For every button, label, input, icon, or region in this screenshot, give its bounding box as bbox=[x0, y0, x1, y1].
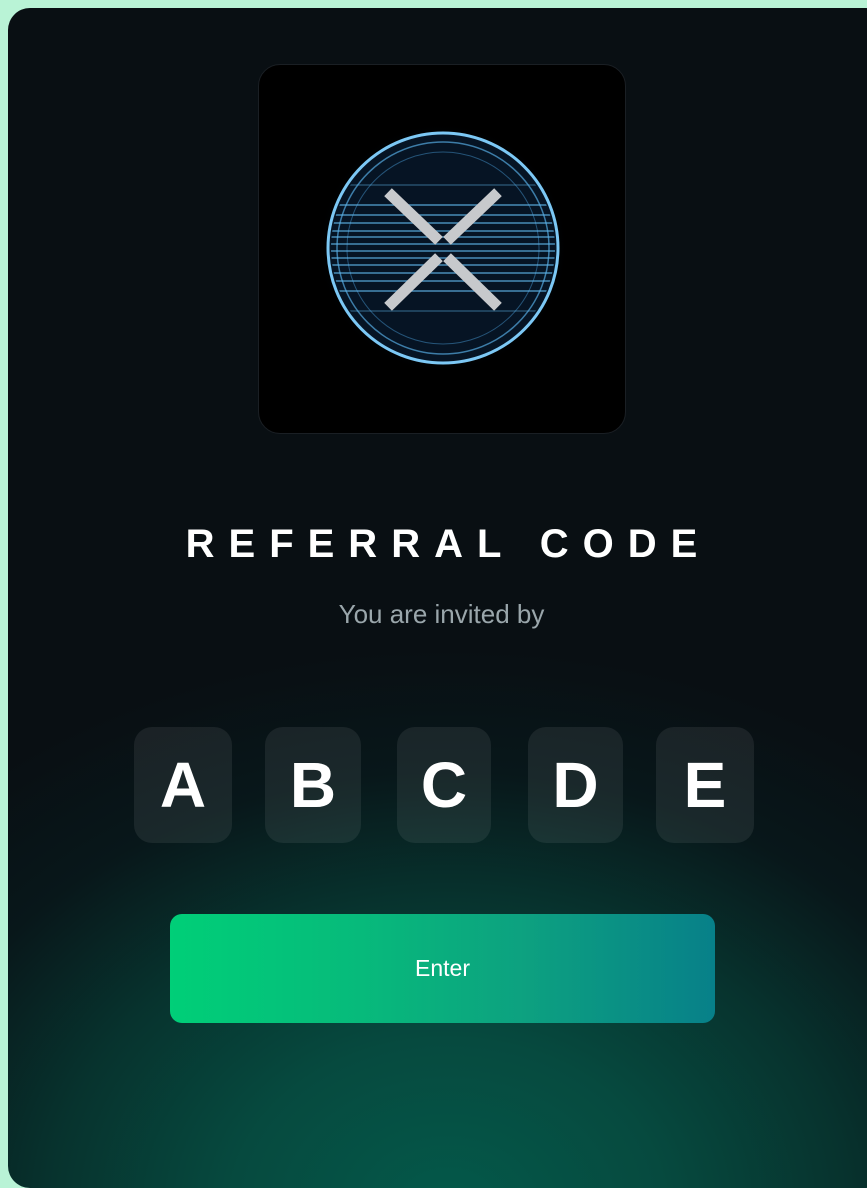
referral-code-row: A B C D E bbox=[8, 727, 867, 845]
logo-card bbox=[258, 64, 626, 434]
enter-button[interactable]: Enter bbox=[170, 914, 715, 1023]
referral-panel: REFERRAL CODE You are invited by A B C D… bbox=[8, 8, 867, 1188]
code-char-4[interactable]: D bbox=[528, 727, 623, 843]
code-char-2[interactable]: B bbox=[265, 727, 361, 843]
code-char-1[interactable]: A bbox=[134, 727, 232, 843]
page-title: REFERRAL CODE bbox=[185, 522, 712, 566]
invited-by-text: You are invited by bbox=[338, 599, 545, 629]
code-char-3[interactable]: C bbox=[397, 727, 491, 843]
code-char-5[interactable]: E bbox=[656, 727, 754, 843]
xrp-logo-icon bbox=[317, 122, 569, 374]
